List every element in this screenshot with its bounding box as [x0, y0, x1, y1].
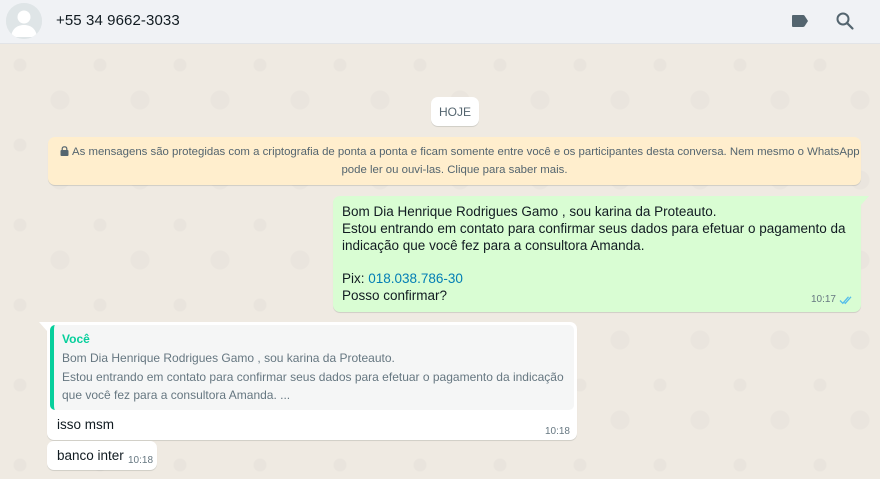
bubble-tail [39, 322, 47, 331]
message-time: 10:18 [128, 455, 154, 466]
message-text: isso msm [57, 417, 114, 432]
encryption-notice[interactable]: As mensagens são protegidas com a cripto… [48, 137, 861, 185]
message-line: Estou entrando em contato para confirmar… [342, 221, 846, 236]
message-line: Bom Dia Henrique Rodrigues Gamo , sou ka… [342, 204, 717, 219]
message-meta: 10:17 [811, 291, 854, 308]
incoming-message[interactable]: banco inter 10:18 [47, 441, 157, 470]
contact-name[interactable]: +55 34 9662-3033 [56, 12, 180, 29]
message-time: 10:17 [810, 294, 836, 305]
day-separator: HOJE [431, 97, 479, 126]
message-time: 10:18 [544, 426, 570, 437]
outgoing-message[interactable]: Bom Dia Henrique Rodrigues Gamo , sou ka… [333, 196, 869, 312]
search-icon[interactable] [834, 10, 856, 32]
quote-line: que você fez para a consultora Amanda. .… [62, 388, 291, 402]
pix-label: Pix: [342, 271, 369, 286]
encryption-notice-line2: pode ler ou ouvi-las. Clique para saber … [341, 164, 568, 176]
label-icon[interactable] [789, 10, 811, 32]
quote-line: Estou entrando em contato para confirmar… [62, 369, 564, 384]
default-avatar-icon [6, 3, 42, 39]
quote-author: Você [62, 332, 90, 346]
pix-line: Pix: 018.038.786-30 [342, 270, 852, 287]
pix-number-link[interactable]: 018.038.786-30 [368, 271, 463, 286]
bubble-tail [861, 196, 869, 205]
message-line: indicação que você fez para a consultora… [342, 238, 645, 253]
quoted-message[interactable]: Você Bom Dia Henrique Rodrigues Gamo , s… [50, 325, 574, 410]
lock-icon [60, 146, 69, 156]
chat-header: +55 34 9662-3033 [0, 0, 880, 44]
read-ticks-icon [839, 295, 854, 305]
quote-line: Bom Dia Henrique Rodrigues Gamo , sou ka… [62, 351, 395, 365]
message-text: banco inter [57, 448, 124, 463]
encryption-notice-line1: As mensagens são protegidas com a cripto… [72, 146, 860, 158]
message-line: Posso confirmar? [342, 288, 448, 303]
incoming-reply-message[interactable]: Você Bom Dia Henrique Rodrigues Gamo , s… [39, 322, 577, 440]
contact-avatar[interactable] [6, 3, 42, 39]
